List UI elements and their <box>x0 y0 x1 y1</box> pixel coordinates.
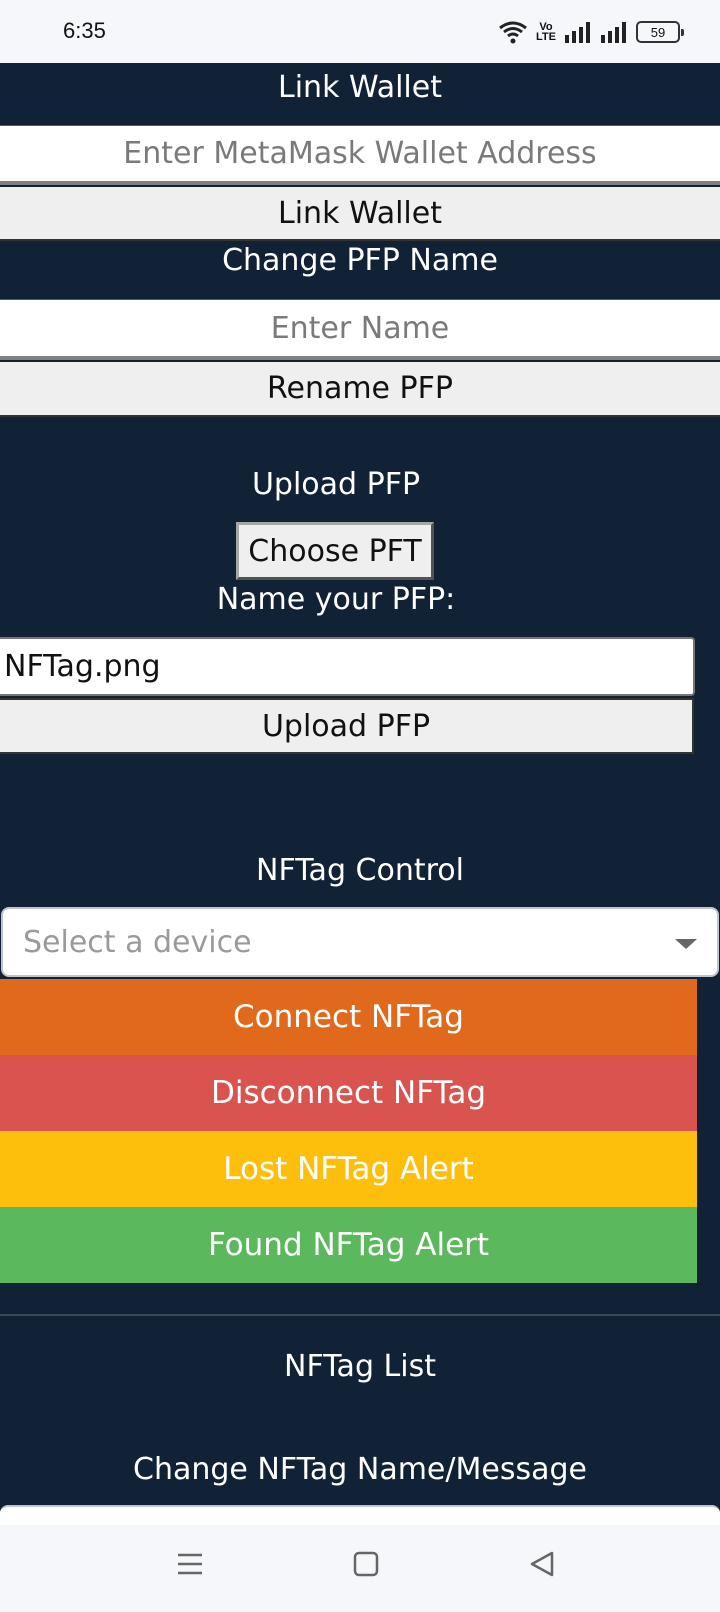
change-pfp-name-heading: Change PFP Name <box>222 243 498 278</box>
upload-pfp-button[interactable]: Upload PFP <box>0 698 694 754</box>
section-divider <box>0 1314 720 1316</box>
pfp-name-input[interactable]: Enter Name <box>0 299 720 360</box>
nftag-control-heading: NFTag Control <box>256 853 464 888</box>
status-icons: Vo LTE 59 <box>498 18 684 46</box>
chevron-down-icon <box>675 939 697 949</box>
device-select[interactable]: Select a device <box>1 907 719 977</box>
status-bar: 6:35 Vo LTE 59 <box>0 0 720 63</box>
volte-icon: Vo LTE <box>536 21 556 43</box>
lost-nftag-alert-button[interactable]: Lost NFTag Alert <box>0 1131 697 1207</box>
connect-nftag-button[interactable]: Connect NFTag <box>0 979 697 1055</box>
link-wallet-heading: Link Wallet <box>278 70 442 105</box>
pfp-filename-input[interactable]: NFTag.png <box>0 637 695 696</box>
nftag-list-heading: NFTag List <box>284 1349 436 1384</box>
wifi-icon <box>499 21 527 44</box>
signal-icon <box>565 22 590 43</box>
upload-pfp-heading: Upload PFP <box>251 467 421 502</box>
choose-file-button[interactable]: Choose PFT <box>236 522 434 580</box>
navigation-bar <box>0 1525 720 1612</box>
link-wallet-button[interactable]: Link Wallet <box>0 187 720 241</box>
back-icon[interactable] <box>528 1549 556 1579</box>
signal-icon-2 <box>601 22 626 43</box>
menu-icon[interactable] <box>176 1549 204 1579</box>
disconnect-nftag-button[interactable]: Disconnect NFTag <box>0 1055 697 1131</box>
battery-icon: 59 <box>636 21 684 43</box>
change-nftag-name-heading: Change NFTag Name/Message <box>133 1452 587 1487</box>
found-nftag-alert-button[interactable]: Found NFTag Alert <box>0 1207 697 1283</box>
name-your-pfp-label: Name your PFP: <box>216 582 456 617</box>
rename-pfp-button[interactable]: Rename PFP <box>0 362 720 417</box>
status-time: 6:35 <box>63 18 106 43</box>
home-icon[interactable] <box>352 1549 380 1579</box>
device-select-placeholder: Select a device <box>23 924 252 960</box>
wallet-address-input[interactable]: Enter MetaMask Wallet Address <box>0 125 720 185</box>
